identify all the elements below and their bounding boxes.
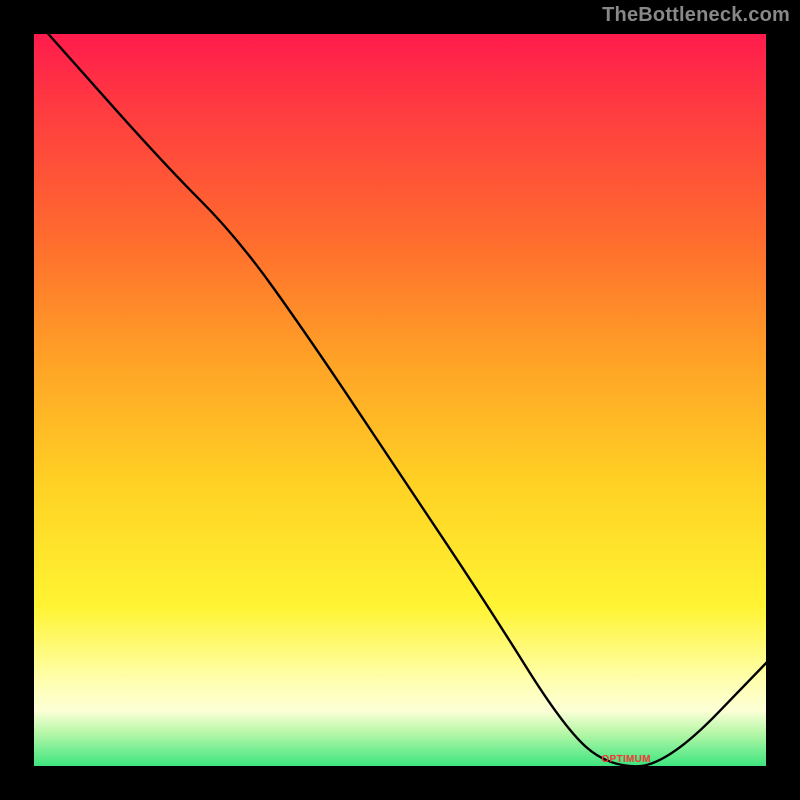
chart-background-gradient bbox=[30, 30, 770, 770]
optimum-label: OPTIMUM bbox=[601, 754, 650, 765]
watermark-text: TheBottleneck.com bbox=[602, 4, 790, 27]
chart-frame: OPTIMUM bbox=[30, 30, 770, 770]
